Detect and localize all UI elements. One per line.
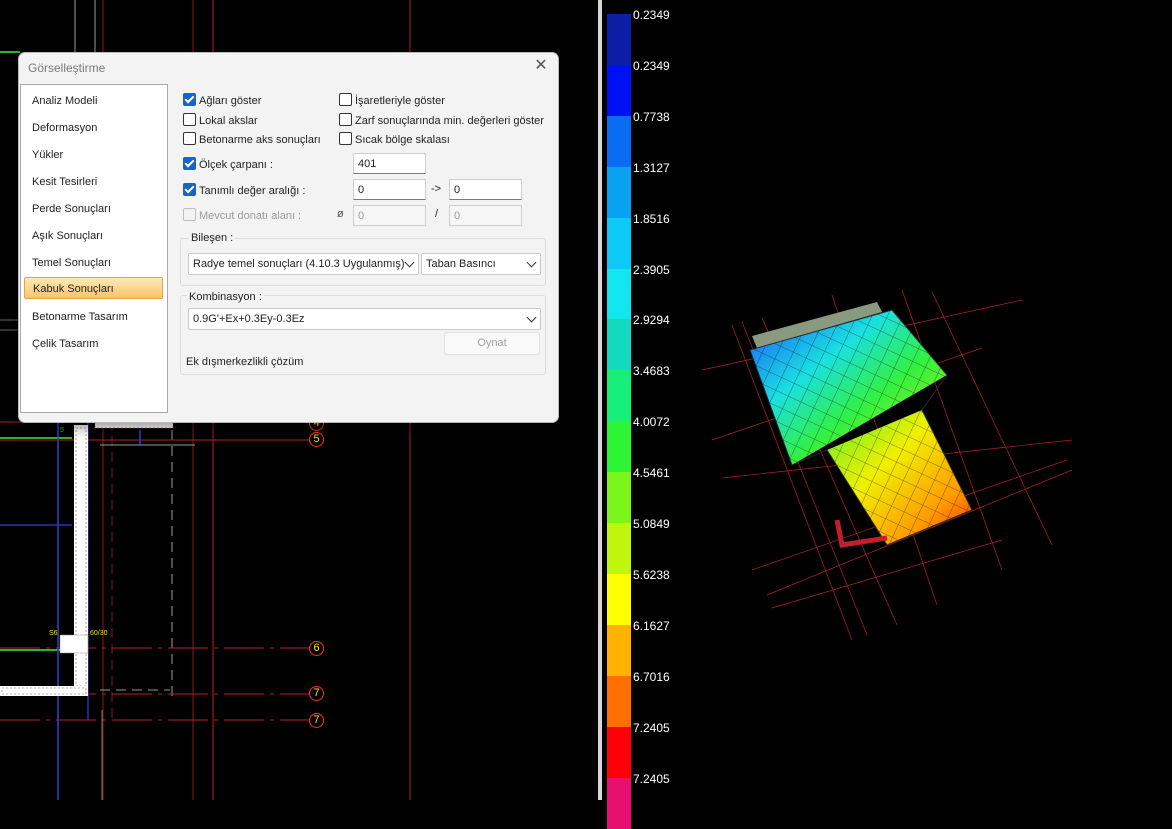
nav-item-wall-results[interactable]: Perde Sonuçları [24,198,163,220]
checkbox-checked-icon [183,183,196,196]
nav-item-loads[interactable]: Yükler [24,144,163,166]
nav-item-analysis-model[interactable]: Analiz Modeli [24,90,163,112]
nav-item-purlin-results[interactable]: Aşık Sonuçları [24,225,163,247]
axis-marker-6: 6 [309,641,324,656]
existing-rebar-checkbox[interactable]: Mevcut donatı alanı : [183,208,301,224]
nav-item-foundation-results[interactable]: Temel Sonuçları [24,252,163,274]
axis-marker-7a: 7 [309,686,324,701]
options-panel: Ağları göster Lokal akslar Betonarme aks… [170,84,556,421]
nav-item-steel-design[interactable]: Çelik Tasarım [24,333,163,355]
chevron-down-icon [526,312,537,323]
checkbox-unchecked-icon [339,93,352,106]
cad-label-s6: S6 [49,630,58,637]
axis-marker-5: 5 [309,432,324,447]
combination-label: Kombinasyon : [187,291,264,303]
range-from-input[interactable]: 0 [353,179,426,200]
checkbox-unchecked-icon [183,113,196,126]
cad-label-5: 5 [60,427,64,434]
nav-item-rc-design[interactable]: Betonarme Tasarım [24,306,163,328]
rc-axis-results-checkbox[interactable]: Betonarme aks sonuçları [183,132,321,148]
checkbox-checked-icon [183,93,196,106]
axis-marker-7b: 7 [309,713,324,728]
close-icon[interactable]: ✕ [532,57,550,75]
rebar-value1-input[interactable]: 0 [353,205,426,226]
checkbox-unchecked-icon [339,132,352,145]
checkbox-unchecked-icon [183,132,196,145]
nav-item-deformation[interactable]: Deformasyon [24,117,163,139]
result-type-select[interactable]: Taban Basıncı [421,253,541,275]
nav-item-shell-results[interactable]: Kabuk Sonuçları [24,277,163,299]
visualization-dialog: Görselleştirme ✕ Analiz Modeli Deformasy… [18,52,559,423]
show-with-signs-checkbox[interactable]: İşaretleriyle göster [339,93,445,109]
chevron-down-icon [526,257,537,268]
rebar-value2-input[interactable]: 0 [449,205,522,226]
range-arrow: -> [431,183,442,195]
hot-zone-scale-checkbox[interactable]: Sıcak bölge skalası [339,132,450,148]
diameter-icon: ø [337,208,344,220]
shell-results-3d-view[interactable]: 0.2349 0.2349 0.7738 1.3127 1.8516 2.3905 2.92… [602,0,1172,829]
nav-item-section-forces[interactable]: Kesit Tesirleri [24,171,163,193]
rebar-separator: / [435,208,439,220]
foundation-mesh-3d [701,289,1073,641]
category-list: Analiz Modeli Deformasyon Yükler Kesit T… [20,84,168,413]
local-axes-checkbox[interactable]: Lokal akslar [183,113,258,129]
cad-label-section: 60/30 [90,630,108,637]
eccentric-solution-note: Ek dışmerkezlikli çözüm [186,356,304,368]
scale-factor-checkbox[interactable]: Ölçek çarpanı : [183,157,273,173]
show-mesh-checkbox[interactable]: Ağları göster [183,93,261,109]
checkbox-checked-icon [183,157,196,170]
defined-range-checkbox[interactable]: Tanımlı değer aralığı : [183,183,305,199]
scale-factor-input[interactable]: 401 [353,153,426,174]
envelope-min-checkbox[interactable]: Zarf sonuçlarında min. değerleri göster [339,113,544,129]
checkbox-disabled-icon [183,208,196,221]
combination-select[interactable]: 0.9G'+Ex+0.3Ey-0.3Ez [188,308,541,330]
range-to-input[interactable]: 0 [449,179,522,200]
play-button[interactable]: Oynat [444,332,540,355]
checkbox-unchecked-icon [339,113,352,126]
component-type-select[interactable]: Radye temel sonuçları (4.10.3 Uygulanmış… [188,253,419,275]
component-label: Bileşen : [189,232,236,244]
dialog-title: Görselleştirme [28,61,106,75]
chevron-down-icon [404,257,415,268]
